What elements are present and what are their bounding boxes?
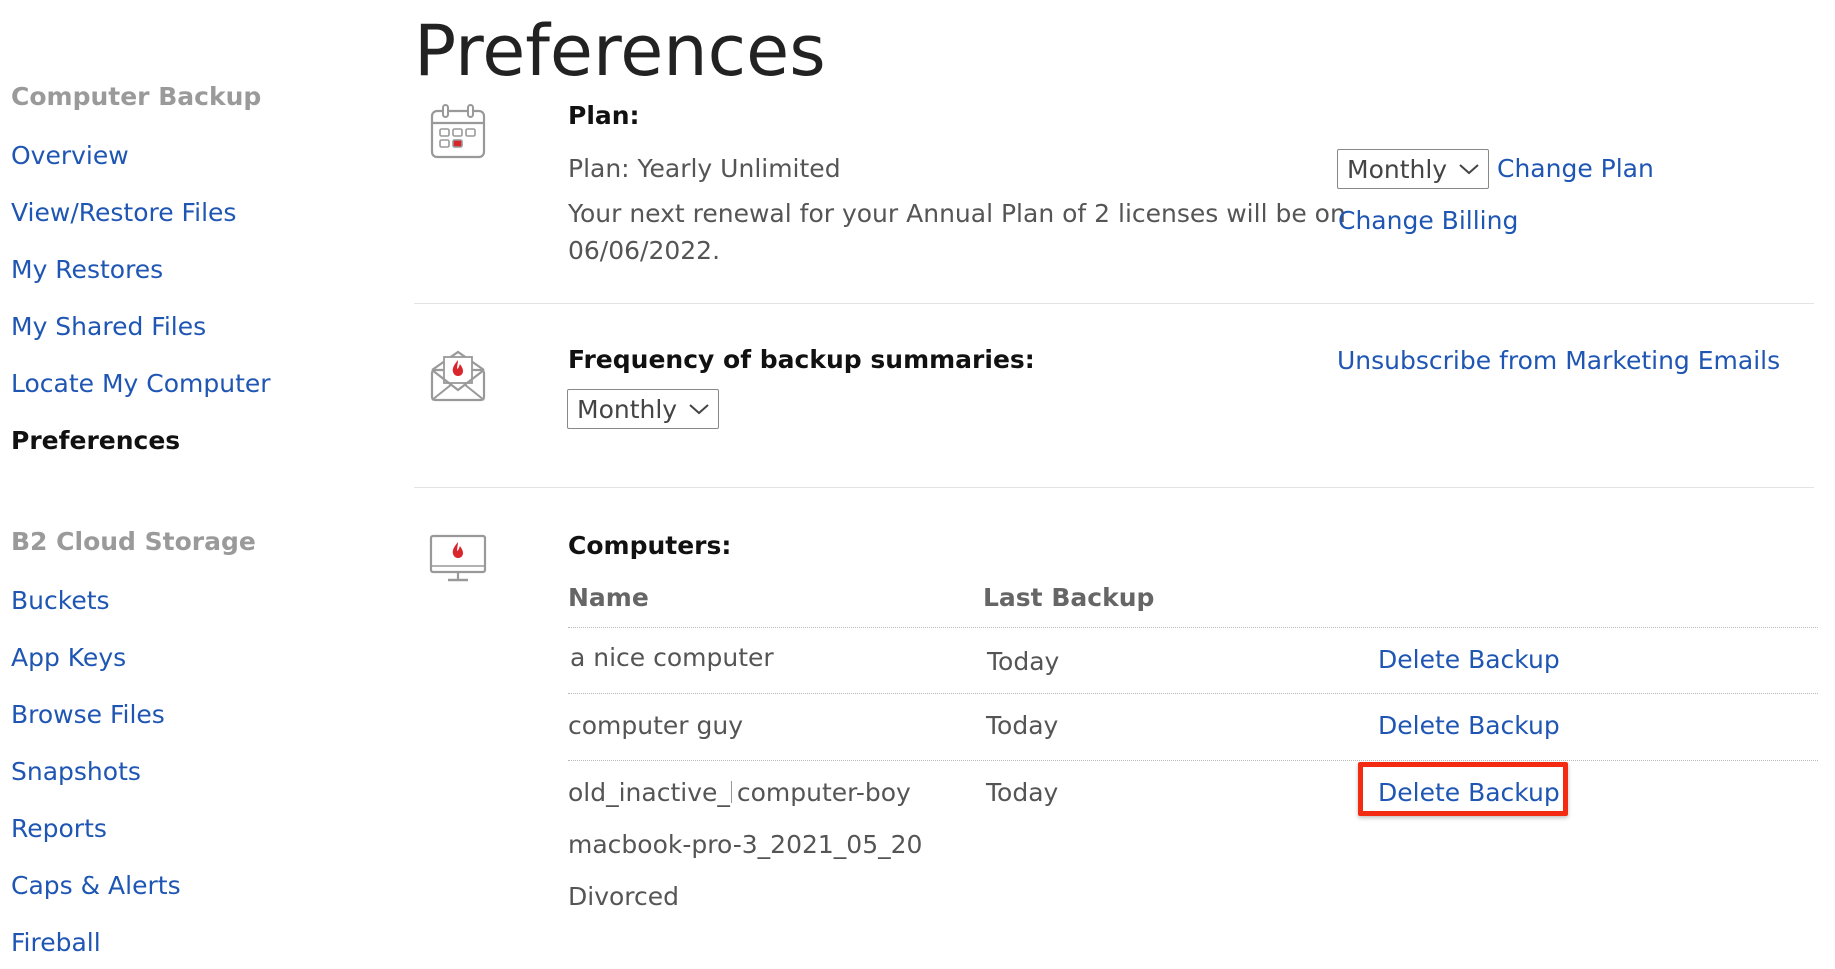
sidebar-item-app-keys[interactable]: App Keys	[11, 643, 126, 672]
renewal-text-line2: 06/06/2022.	[568, 236, 721, 265]
frequency-heading: Frequency of backup summaries:	[568, 345, 1035, 374]
mail-flame-icon	[430, 350, 486, 402]
last-backup-value: Today	[987, 647, 1060, 676]
sidebar-item-reports[interactable]: Reports	[11, 814, 107, 843]
sidebar-item-my-shared-files[interactable]: My Shared Files	[11, 312, 206, 341]
computer-name: old_inactive_ computer-boy	[568, 778, 911, 807]
sidebar-item-caps-alerts[interactable]: Caps & Alerts	[11, 871, 181, 900]
delete-backup-link[interactable]: Delete Backup	[1378, 645, 1560, 674]
computer-name-part2: computer-boy	[736, 778, 911, 807]
sidebar-item-browse-files[interactable]: Browse Files	[11, 700, 165, 729]
sidebar-item-buckets[interactable]: Buckets	[11, 586, 110, 615]
computer-name-line2: macbook-pro-3_2021_05_20	[568, 830, 923, 859]
frequency-select[interactable]: Monthly	[567, 389, 719, 429]
sidebar-item-preferences[interactable]: Preferences	[11, 426, 180, 455]
sidebar-section-computer-backup: Computer Backup	[11, 82, 262, 111]
sidebar-item-fireball[interactable]: Fireball	[11, 928, 101, 957]
section-divider	[414, 303, 1814, 304]
last-backup-value: Today	[986, 711, 1059, 740]
table-divider	[568, 627, 1818, 628]
column-header-name: Name	[568, 583, 649, 612]
computer-name-part1: old_inactive_	[568, 778, 730, 807]
plan-heading: Plan:	[568, 101, 640, 130]
renewal-text-line1: Your next renewal for your Annual Plan o…	[568, 199, 1346, 228]
table-divider	[568, 693, 1818, 694]
text-cursor-divider	[730, 781, 732, 803]
unsubscribe-marketing-link[interactable]: Unsubscribe from Marketing Emails	[1337, 346, 1780, 375]
calendar-icon	[430, 104, 486, 159]
computer-name: computer guy	[568, 711, 744, 740]
sidebar-section-b2-cloud-storage: B2 Cloud Storage	[11, 527, 256, 556]
billing-cycle-selected-value: Monthly	[1347, 154, 1448, 184]
section-divider	[414, 487, 1814, 488]
sidebar-item-view-restore-files[interactable]: View/Restore Files	[11, 198, 236, 227]
page-title: Preferences	[414, 10, 826, 92]
plan-text: Plan: Yearly Unlimited	[568, 154, 841, 183]
sidebar-item-locate-my-computer[interactable]: Locate My Computer	[11, 369, 271, 398]
column-header-last-backup: Last Backup	[983, 583, 1155, 612]
computer-status: Divorced	[568, 882, 680, 911]
delete-backup-link[interactable]: Delete Backup	[1378, 711, 1560, 740]
computer-name: a nice computer	[570, 643, 774, 672]
billing-cycle-select[interactable]: Monthly	[1337, 149, 1489, 189]
sidebar-item-snapshots[interactable]: Snapshots	[11, 757, 141, 786]
change-plan-link[interactable]: Change Plan	[1497, 154, 1654, 183]
computers-heading: Computers:	[568, 531, 732, 560]
chevron-down-icon	[689, 404, 709, 415]
monitor-flame-icon	[429, 534, 487, 582]
sidebar-item-my-restores[interactable]: My Restores	[11, 255, 163, 284]
sidebar-item-overview[interactable]: Overview	[11, 141, 129, 170]
chevron-down-icon	[1459, 164, 1479, 175]
frequency-selected-value: Monthly	[577, 394, 678, 424]
table-divider	[568, 760, 1818, 761]
last-backup-value: Today	[986, 778, 1059, 807]
highlight-annotation-box	[1358, 762, 1568, 816]
change-billing-link[interactable]: Change Billing	[1338, 206, 1518, 235]
